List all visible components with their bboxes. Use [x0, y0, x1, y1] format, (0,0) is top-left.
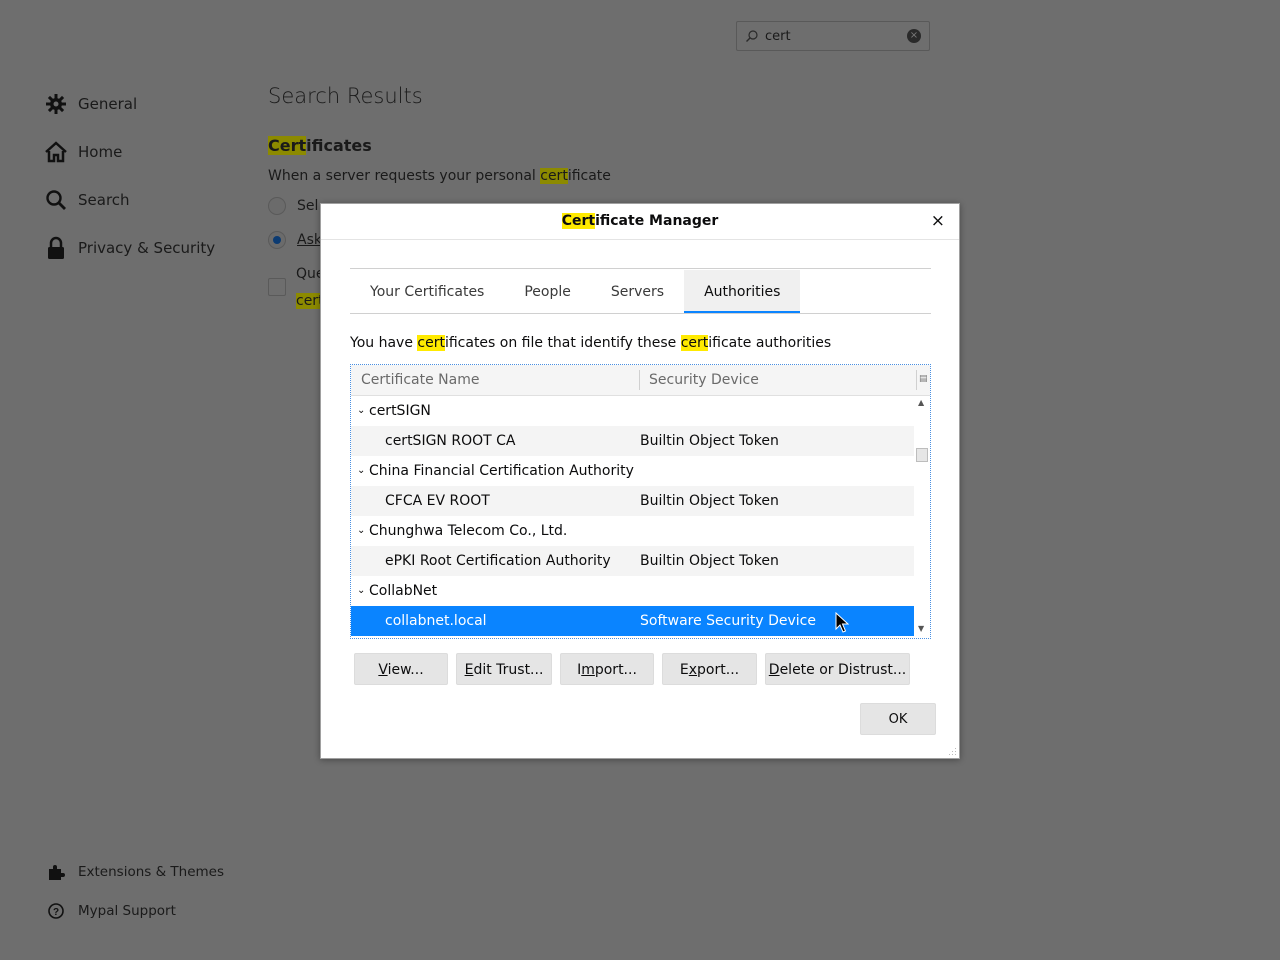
sidebar-nav: General Home Search Privacy & Security — [44, 80, 215, 272]
tree-group-row[interactable]: ⌄ China Financial Certification Authorit… — [351, 456, 914, 486]
export-button[interactable]: Export... — [662, 653, 757, 685]
tab-authorities[interactable]: Authorities — [684, 270, 801, 314]
tree-cert-row[interactable]: certSIGN ROOT CA Builtin Object Token — [351, 426, 914, 456]
sidebar-item-general[interactable]: General — [44, 80, 215, 128]
tab-bar: Your Certificates People Servers Authori… — [350, 270, 801, 314]
certificate-manager-dialog: Certificate Manager × Your Certificates … — [320, 203, 960, 759]
column-security-device[interactable]: Security Device — [649, 365, 759, 395]
view-button[interactable]: View... — [354, 653, 448, 685]
edit-trust-button[interactable]: Edit Trust... — [456, 653, 552, 685]
gear-icon — [44, 92, 68, 116]
section-description: When a server requests your personal cer… — [268, 168, 611, 184]
tree-group-row[interactable]: ⌄ certSIGN — [351, 396, 914, 426]
mouse-cursor-icon — [835, 612, 849, 633]
tree-header: Certificate Name Security Device ▤ — [351, 365, 930, 396]
tabs-divider — [350, 268, 931, 269]
chevron-down-icon[interactable]: ⌄ — [357, 516, 365, 546]
column-picker-icon[interactable]: ▤ — [919, 374, 929, 384]
sidebar-item-label: Privacy & Security — [78, 239, 216, 257]
home-icon — [44, 140, 68, 164]
column-separator[interactable] — [639, 370, 640, 390]
column-certificate-name[interactable]: Certificate Name — [361, 365, 479, 395]
sidebar-item-label: Extensions & Themes — [78, 863, 225, 880]
tabs-divider — [350, 313, 931, 314]
radio-ask[interactable] — [268, 231, 286, 249]
scroll-up-icon[interactable]: ▲ — [918, 398, 924, 407]
sidebar-footer: Extensions & Themes ? Mypal Support — [46, 852, 224, 930]
tree-scrollbar[interactable]: ▲ ▼ — [914, 396, 930, 638]
puzzle-icon — [46, 862, 66, 882]
tab-your-certificates[interactable]: Your Certificates — [350, 270, 504, 313]
sidebar-item-label: Home — [78, 143, 123, 161]
radio-select-auto[interactable] — [268, 197, 286, 215]
help-icon: ? — [46, 901, 66, 921]
column-separator — [916, 370, 917, 390]
scrollbar-thumb[interactable] — [916, 448, 928, 462]
section-heading: Certificates — [268, 136, 372, 155]
tree-cert-row[interactable]: ePKI Root Certification Authority Builti… — [351, 546, 914, 576]
svg-text:?: ? — [53, 907, 59, 918]
certificate-tree[interactable]: Certificate Name Security Device ▤ ⌄ cer… — [350, 364, 931, 639]
sidebar-item-label: Search — [78, 191, 130, 209]
scroll-down-icon[interactable]: ▼ — [918, 624, 924, 633]
sidebar-item-privacy[interactable]: Privacy & Security — [44, 224, 215, 272]
search-icon — [746, 30, 758, 42]
chevron-down-icon[interactable]: ⌄ — [357, 396, 365, 426]
tree-cert-row-selected[interactable]: collabnet.local Software Security Device — [351, 606, 914, 636]
sidebar-item-label: Mypal Support — [78, 902, 176, 919]
sidebar-item-extensions[interactable]: Extensions & Themes — [46, 852, 224, 891]
tree-group-row[interactable]: ⌄ Chunghwa Telecom Co., Ltd. — [351, 516, 914, 546]
query-ocsp-checkbox[interactable] — [268, 278, 286, 296]
tree-group-row[interactable]: ⌄ CollabNet — [351, 576, 914, 606]
chevron-down-icon[interactable]: ⌄ — [357, 456, 365, 486]
search-value: cert — [765, 28, 791, 44]
import-button[interactable]: Import... — [560, 653, 654, 685]
search-icon — [44, 188, 68, 212]
search-input[interactable]: cert × — [736, 21, 930, 51]
tree-rows: ⌄ certSIGN certSIGN ROOT CA Builtin Obje… — [351, 396, 914, 636]
dialog-title: Certificate Manager — [321, 204, 959, 240]
intro-text: You have certificates on file that ident… — [350, 335, 832, 351]
resize-grip-icon[interactable] — [949, 748, 957, 756]
ok-button[interactable]: OK — [860, 703, 936, 735]
tab-servers[interactable]: Servers — [591, 270, 684, 313]
radio-label-peek: Ask — [297, 232, 322, 248]
close-icon[interactable]: × — [931, 212, 945, 230]
tab-people[interactable]: People — [504, 270, 591, 313]
page-title: Search Results — [268, 84, 423, 108]
sidebar-item-search[interactable]: Search — [44, 176, 215, 224]
lock-icon — [44, 236, 68, 260]
chevron-down-icon[interactable]: ⌄ — [357, 576, 365, 606]
sidebar-item-label: General — [78, 95, 138, 113]
radio-label-peek: Sel — [297, 198, 319, 214]
tree-cert-row[interactable]: CFCA EV ROOT Builtin Object Token — [351, 486, 914, 516]
sidebar-item-support[interactable]: ? Mypal Support — [46, 891, 224, 930]
sidebar-item-home[interactable]: Home — [44, 128, 215, 176]
preferences-page: cert × General Home Search Privacy & Sec… — [0, 0, 1280, 960]
delete-or-distrust-button[interactable]: Delete or Distrust... — [765, 653, 910, 685]
clear-icon[interactable]: × — [907, 29, 921, 43]
